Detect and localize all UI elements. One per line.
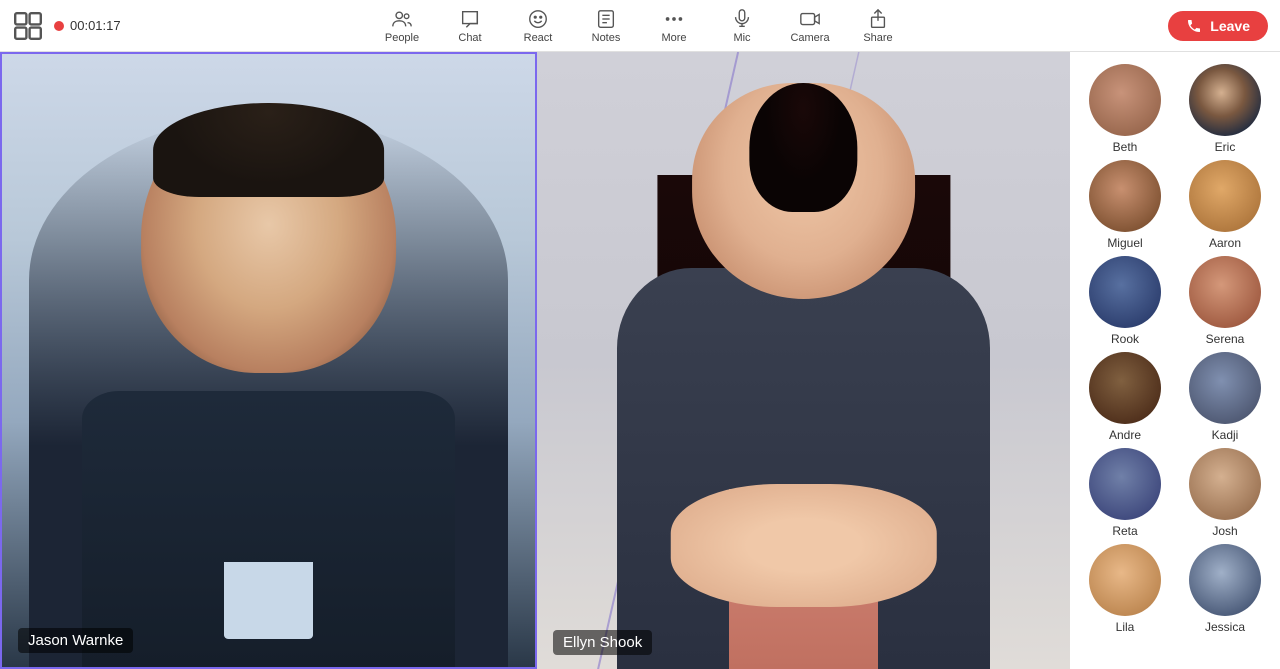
- participant-grid: Beth Eric Miguel Aaron Rook Serena Andre Kadji R…: [1074, 60, 1276, 638]
- participant-item-josh[interactable]: Josh: [1178, 448, 1272, 538]
- participant-item-jessica[interactable]: Jessica: [1178, 544, 1272, 634]
- toolbar: People Chat React: [382, 8, 898, 44]
- ellyn-hair: [750, 83, 857, 213]
- camera-label: Camera: [790, 32, 829, 44]
- participant-item-miguel[interactable]: Miguel: [1078, 160, 1172, 250]
- participant-item-serena[interactable]: Serena: [1178, 256, 1272, 346]
- avatar-lila: [1089, 544, 1161, 616]
- avatar-jessica: [1189, 544, 1261, 616]
- main-content: Jason Warnke Ellyn Shook: [0, 52, 1280, 669]
- participant-name-eric: Eric: [1215, 140, 1236, 154]
- ellyn-hands: [670, 484, 937, 607]
- participant-name-miguel: Miguel: [1107, 236, 1142, 250]
- share-button[interactable]: Share: [858, 8, 898, 44]
- participant-name-lila: Lila: [1116, 620, 1135, 634]
- avatar-serena: [1189, 256, 1261, 328]
- participant-item-aaron[interactable]: Aaron: [1178, 160, 1272, 250]
- notes-button[interactable]: Notes: [586, 8, 626, 44]
- chat-button[interactable]: Chat: [450, 8, 490, 44]
- share-label: Share: [863, 32, 892, 44]
- avatar-eric: [1189, 64, 1261, 136]
- camera-button[interactable]: Camera: [790, 8, 830, 44]
- react-label: React: [524, 32, 553, 44]
- participant-item-andre[interactable]: Andre: [1078, 352, 1172, 442]
- participant-name-andre: Andre: [1109, 428, 1141, 442]
- jason-suit: [82, 391, 455, 667]
- jason-hair: [153, 103, 383, 197]
- mic-button[interactable]: Mic: [722, 8, 762, 44]
- participant-name-serena: Serena: [1206, 332, 1245, 346]
- participant-name-reta: Reta: [1112, 524, 1137, 538]
- people-label: People: [385, 32, 419, 44]
- recording-time: 00:01:17: [70, 18, 121, 33]
- participant-name-kadji: Kadji: [1212, 428, 1239, 442]
- leave-label: Leave: [1210, 18, 1250, 34]
- participant-item-beth[interactable]: Beth: [1078, 64, 1172, 154]
- participant-item-reta[interactable]: Reta: [1078, 448, 1172, 538]
- jason-shirt: [224, 562, 314, 639]
- avatar-beth: [1089, 64, 1161, 136]
- grid-view-button[interactable]: [12, 10, 44, 42]
- participant-name-beth: Beth: [1113, 140, 1138, 154]
- participant-item-lila[interactable]: Lila: [1078, 544, 1172, 634]
- avatar-rook: [1089, 256, 1161, 328]
- participant-item-eric[interactable]: Eric: [1178, 64, 1272, 154]
- video-panel-jason: Jason Warnke: [0, 52, 537, 669]
- participant-name-josh: Josh: [1212, 524, 1237, 538]
- mic-label: Mic: [733, 32, 750, 44]
- avatar-reta: [1089, 448, 1161, 520]
- participant-name-aaron: Aaron: [1209, 236, 1241, 250]
- participant-item-rook[interactable]: Rook: [1078, 256, 1172, 346]
- avatar-aaron: [1189, 160, 1261, 232]
- ellyn-background: [537, 52, 1070, 669]
- chat-label: Chat: [458, 32, 481, 44]
- ellyn-name-label: Ellyn Shook: [553, 630, 652, 655]
- avatar-kadji: [1189, 352, 1261, 424]
- topbar-left: 00:01:17: [12, 10, 121, 42]
- ellyn-body: [617, 268, 990, 669]
- jason-name-label: Jason Warnke: [18, 628, 133, 653]
- participant-name-jessica: Jessica: [1205, 620, 1245, 634]
- recording-dot: [54, 21, 64, 31]
- video-panel-ellyn: Ellyn Shook: [537, 52, 1070, 669]
- jason-head: [141, 103, 397, 373]
- participant-item-kadji[interactable]: Kadji: [1178, 352, 1272, 442]
- participant-sidebar: Beth Eric Miguel Aaron Rook Serena Andre Kadji R…: [1070, 52, 1280, 669]
- topbar: 00:01:17 People Chat: [0, 0, 1280, 52]
- react-button[interactable]: React: [518, 8, 558, 44]
- ellyn-head: [692, 83, 916, 299]
- more-button[interactable]: More: [654, 8, 694, 44]
- recording-indicator: 00:01:17: [54, 18, 121, 33]
- participant-name-rook: Rook: [1111, 332, 1139, 346]
- leave-button[interactable]: Leave: [1168, 11, 1268, 41]
- topbar-right: Leave: [1168, 11, 1268, 41]
- avatar-miguel: [1089, 160, 1161, 232]
- video-area: Jason Warnke Ellyn Shook: [0, 52, 1070, 669]
- people-button[interactable]: People: [382, 8, 422, 44]
- avatar-andre: [1089, 352, 1161, 424]
- more-label: More: [661, 32, 686, 44]
- notes-label: Notes: [592, 32, 621, 44]
- avatar-josh: [1189, 448, 1261, 520]
